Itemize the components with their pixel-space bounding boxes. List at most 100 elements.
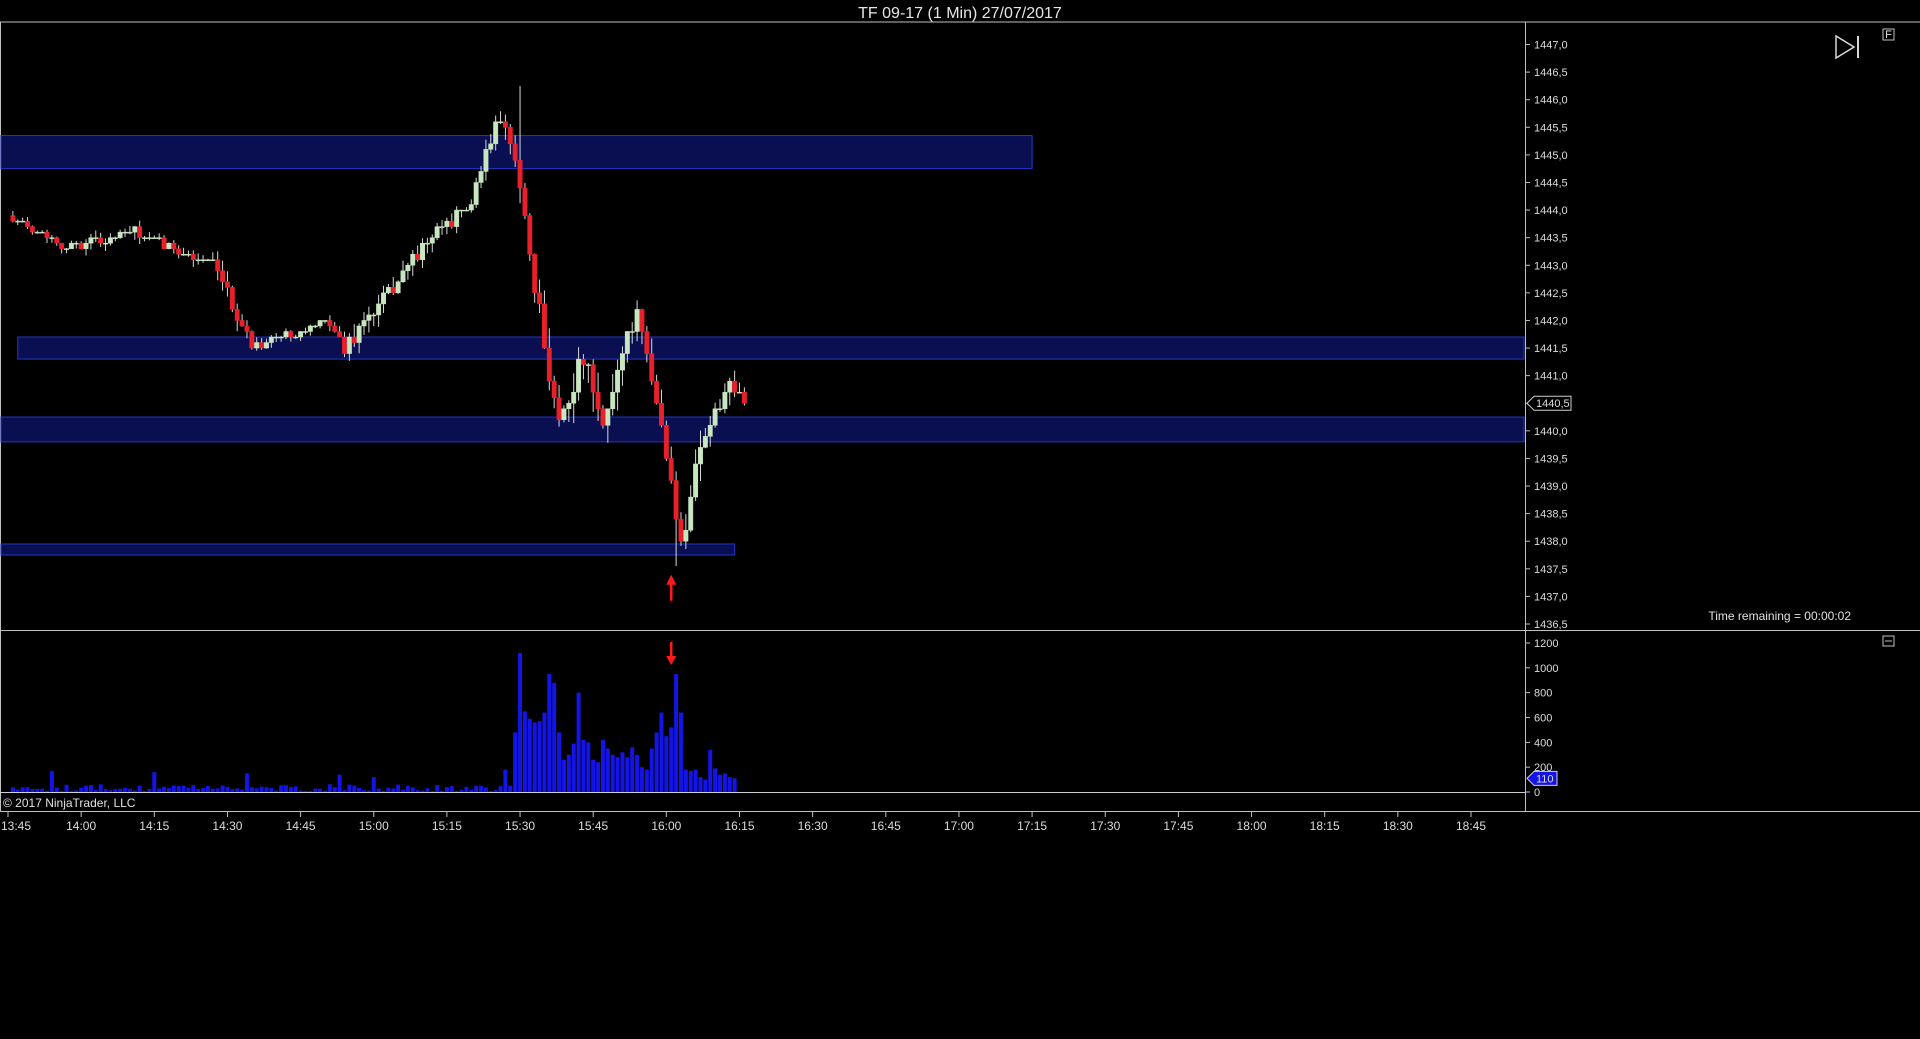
candle[interactable] — [156, 233, 162, 241]
volume-bar[interactable] — [59, 791, 64, 792]
volume-bar[interactable] — [469, 789, 474, 792]
volume-bar[interactable] — [342, 790, 347, 792]
volume-bar[interactable] — [249, 787, 254, 792]
volume-panel-icon[interactable] — [1882, 635, 1895, 647]
candle[interactable] — [127, 225, 133, 235]
candle[interactable] — [361, 312, 367, 335]
candle[interactable] — [220, 260, 226, 291]
candle[interactable] — [424, 237, 430, 254]
candle[interactable] — [322, 320, 328, 324]
volume-bar[interactable] — [459, 789, 464, 792]
candle[interactable] — [332, 321, 338, 333]
candle[interactable] — [34, 230, 40, 234]
volume-bar[interactable] — [488, 791, 493, 792]
candle[interactable] — [15, 219, 21, 226]
volume-bar[interactable] — [298, 790, 303, 792]
candle[interactable] — [103, 238, 108, 251]
candle[interactable] — [712, 402, 718, 428]
candle[interactable] — [395, 280, 401, 294]
volume-bar[interactable] — [210, 788, 215, 792]
volume-bar[interactable] — [522, 711, 527, 792]
candle[interactable] — [459, 209, 464, 218]
volume-bar[interactable] — [732, 778, 737, 792]
volume-bar[interactable] — [503, 769, 508, 792]
candle[interactable] — [390, 277, 396, 296]
volume-bar[interactable] — [293, 786, 298, 792]
candle[interactable] — [317, 320, 323, 329]
volume-bar[interactable] — [108, 790, 113, 792]
volume-bar[interactable] — [49, 770, 54, 792]
volume-bar[interactable] — [15, 789, 20, 792]
candle[interactable] — [239, 314, 245, 327]
candle[interactable] — [54, 236, 60, 246]
candle[interactable] — [381, 285, 386, 313]
panel-badge-icon[interactable]: F — [1882, 28, 1895, 41]
volume-bar[interactable] — [54, 787, 59, 792]
candle[interactable] — [25, 217, 30, 230]
candle[interactable] — [78, 241, 84, 250]
volume-bar[interactable] — [440, 790, 445, 792]
candle[interactable] — [88, 233, 94, 250]
candle[interactable] — [722, 383, 728, 414]
volume-bar[interactable] — [722, 773, 727, 792]
volume-bar[interactable] — [332, 787, 337, 792]
volume-bar[interactable] — [147, 789, 152, 792]
candle[interactable] — [663, 420, 669, 461]
volume-bar[interactable] — [518, 652, 523, 792]
volume-bar[interactable] — [586, 742, 591, 792]
volume-bar[interactable] — [45, 790, 50, 792]
volume-bar[interactable] — [142, 791, 147, 792]
candle[interactable] — [376, 294, 382, 327]
candle[interactable] — [737, 382, 742, 394]
volume-bar[interactable] — [381, 791, 386, 792]
candle[interactable] — [161, 235, 167, 250]
candle[interactable] — [327, 315, 333, 332]
volume-bar[interactable] — [191, 785, 196, 792]
candle[interactable] — [98, 232, 104, 247]
volume-bar[interactable] — [571, 743, 576, 792]
volume-bar[interactable] — [644, 769, 649, 792]
volume-bar[interactable] — [493, 790, 498, 792]
candle[interactable] — [20, 217, 26, 223]
volume-bar[interactable] — [347, 784, 352, 792]
candle[interactable] — [171, 240, 177, 254]
candle[interactable] — [717, 399, 723, 413]
candle[interactable] — [185, 250, 191, 257]
candle[interactable] — [64, 247, 69, 254]
candle[interactable] — [83, 239, 89, 256]
candle[interactable] — [303, 327, 308, 335]
volume-bar[interactable] — [235, 788, 240, 792]
volume-bar[interactable] — [396, 784, 401, 792]
volume-bar[interactable] — [25, 787, 30, 792]
candle[interactable] — [132, 225, 138, 240]
candle[interactable] — [600, 405, 606, 429]
volume-bar[interactable] — [639, 767, 644, 792]
volume-bar[interactable] — [401, 789, 406, 792]
candle[interactable] — [10, 211, 16, 223]
candle[interactable] — [659, 389, 664, 428]
price-zone-4[interactable] — [0, 543, 736, 556]
volume-bar[interactable] — [69, 790, 74, 792]
volume-bar[interactable] — [664, 736, 669, 792]
candle[interactable] — [229, 285, 235, 313]
volume-bar[interactable] — [288, 787, 293, 792]
volume-bar[interactable] — [166, 788, 171, 792]
candle[interactable] — [498, 111, 503, 125]
volume-bar[interactable] — [84, 785, 89, 792]
volume-bar[interactable] — [357, 787, 362, 792]
candle[interactable] — [688, 485, 694, 533]
volume-bar[interactable] — [79, 787, 84, 792]
volume-bar[interactable] — [527, 718, 532, 792]
skip-to-end-icon[interactable] — [1835, 34, 1859, 60]
candle[interactable] — [654, 374, 660, 405]
volume-bar[interactable] — [508, 785, 513, 792]
volume-bar[interactable] — [127, 788, 132, 792]
candle[interactable] — [210, 252, 216, 261]
candle[interactable] — [44, 229, 50, 243]
candle[interactable] — [225, 271, 230, 297]
candle[interactable] — [117, 229, 123, 239]
volume-bar[interactable] — [474, 785, 479, 792]
volume-bar[interactable] — [391, 788, 396, 792]
volume-bar[interactable] — [269, 788, 274, 792]
volume-bar[interactable] — [591, 759, 596, 792]
